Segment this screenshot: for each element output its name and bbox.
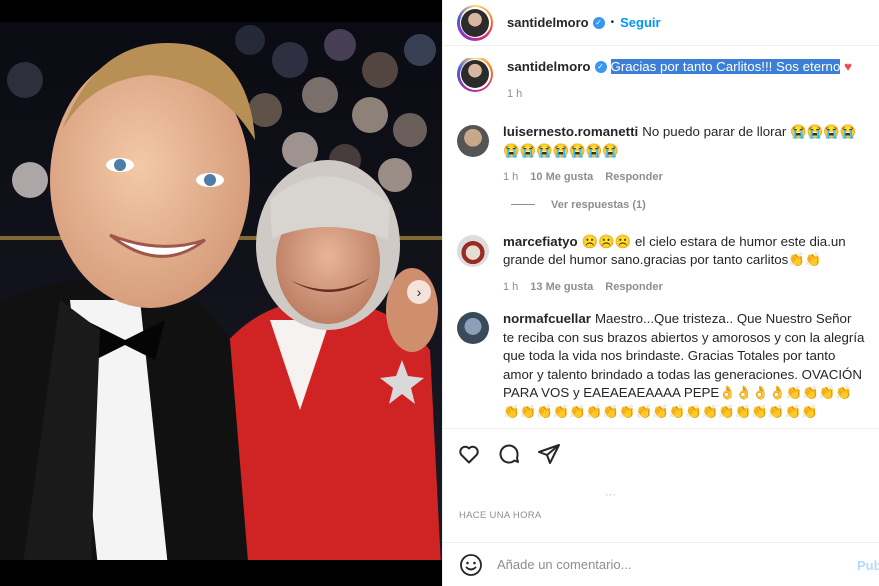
commenter-username[interactable]: normafcuellar: [503, 311, 591, 326]
verified-badge-icon: ✓: [594, 61, 607, 74]
likes-loading-indicator: ⋯: [605, 489, 616, 501]
comment-text: Maestro...Que tristeza.. Que Nuestro Señ…: [503, 311, 865, 419]
carousel-next-button[interactable]: ›: [407, 280, 431, 304]
reply-button[interactable]: Responder: [605, 278, 662, 297]
comment-likes[interactable]: 10 Me gusta: [530, 168, 593, 187]
post-photo[interactable]: ›: [0, 0, 442, 586]
comment-likes[interactable]: 13 Me gusta: [530, 278, 593, 297]
follow-button[interactable]: Seguir: [620, 15, 660, 30]
add-comment-bar: Publicar: [443, 542, 879, 586]
view-replies-label: Ver respuestas (1): [551, 198, 646, 211]
caption-username[interactable]: santidelmoro: [507, 59, 591, 74]
post-side-panel: santidelmoro ✓ • Seguir santidelmoro ✓ Gra…: [442, 0, 879, 586]
comment-time: 1 h: [503, 171, 519, 183]
commenter-username[interactable]: marcefiatyo: [503, 234, 578, 249]
post-header: santidelmoro ✓ • Seguir: [443, 0, 879, 46]
red-heart-icon: ♥: [844, 59, 852, 74]
post-actions-bar: [443, 428, 879, 478]
post-time-ago: HACE UNA HORA: [459, 510, 542, 521]
commenter-avatar[interactable]: [457, 312, 489, 344]
like-heart-icon[interactable]: [457, 442, 481, 466]
post-caption: santidelmoro ✓ Gracias por tanto Carlitos!…: [457, 58, 865, 103]
view-replies-button[interactable]: Ver respuestas (1): [511, 199, 865, 211]
emoji-smiley-icon[interactable]: [459, 553, 483, 577]
commenter-username[interactable]: luisernesto.romanetti: [503, 124, 638, 139]
replies-divider: [511, 204, 535, 205]
reply-button[interactable]: Responder: [605, 168, 662, 187]
list-item: luisernesto.romanetti No puedo parar de l…: [457, 123, 865, 187]
author-username[interactable]: santidelmoro: [507, 15, 589, 30]
share-send-icon[interactable]: [537, 442, 561, 466]
comment-input[interactable]: [497, 557, 837, 572]
comment-time: 1 h: [503, 280, 519, 293]
post-photo-illustration: [0, 0, 442, 586]
comment-bubble-icon[interactable]: [497, 442, 521, 466]
separator-dot: •: [610, 17, 615, 28]
caption-author-avatar[interactable]: [457, 58, 493, 92]
chevron-right-icon: ›: [416, 284, 422, 300]
caption-time: 1 h: [507, 87, 523, 100]
commenter-avatar[interactable]: [457, 125, 489, 157]
author-avatar[interactable]: [457, 4, 493, 41]
commenter-avatar[interactable]: [457, 234, 489, 267]
list-item: marcefiatyo ☹️☹️☹️ el cielo estara de hum…: [457, 233, 865, 297]
comments-list[interactable]: santidelmoro ✓ Gracias por tanto Carlitos!…: [443, 58, 879, 424]
publish-button[interactable]: Publicar: [857, 558, 879, 573]
caption-text: Gracias por tanto Carlitos!!! Sos eterno: [610, 59, 841, 74]
list-item: normafcuellar Maestro...Que tristeza.. Qu…: [457, 310, 865, 421]
verified-badge-icon: ✓: [592, 16, 605, 29]
